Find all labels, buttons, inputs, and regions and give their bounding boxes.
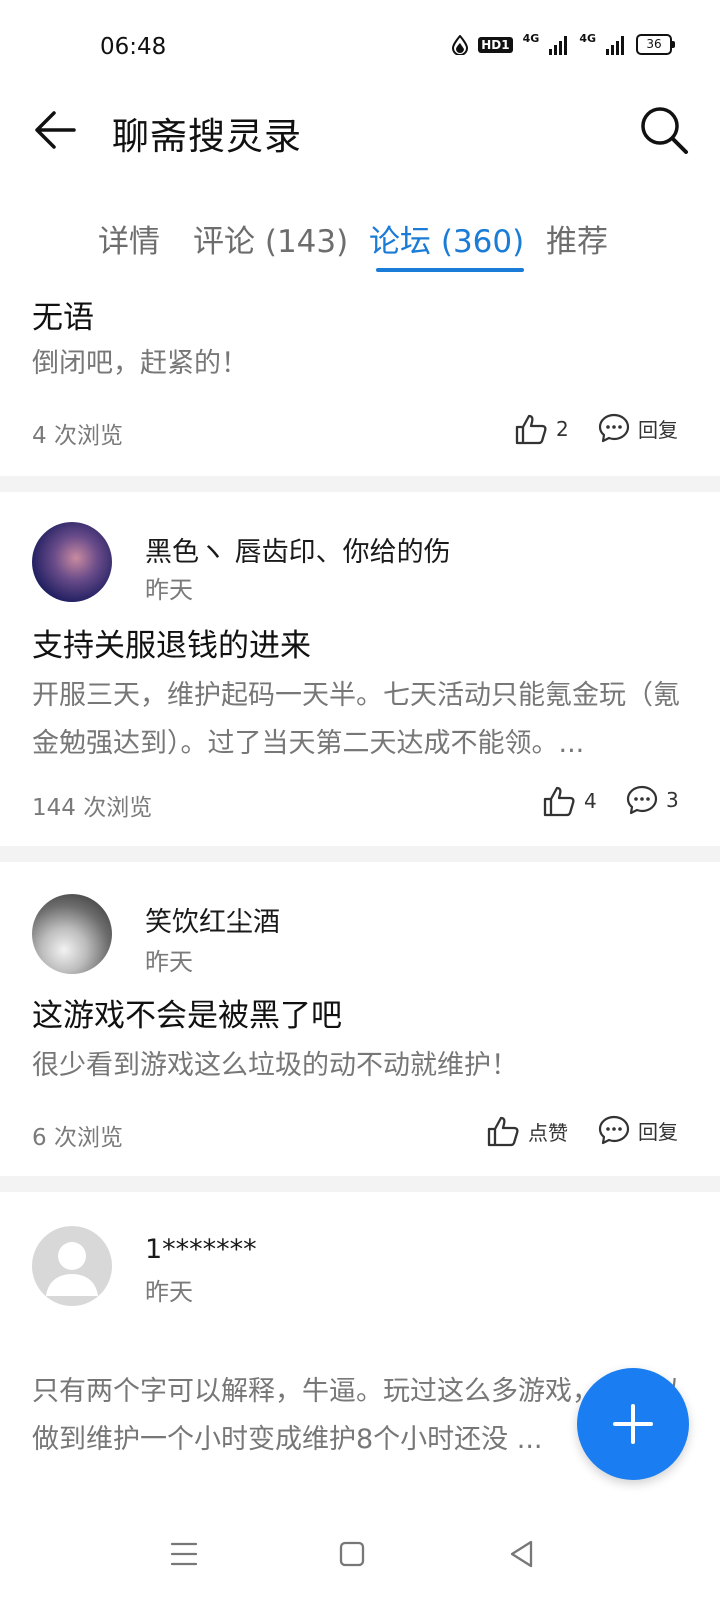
battery-icon: 36	[636, 34, 675, 55]
thumbs-up-icon	[515, 414, 547, 445]
like-count: 4	[584, 789, 597, 813]
status-bar: 06:48 HD1 4G 4G 36	[0, 0, 720, 90]
network-label-2: 4G	[579, 32, 596, 45]
app-bar: 聊斋搜灵录	[0, 90, 720, 170]
post-separator	[0, 1176, 720, 1192]
page-title: 聊斋搜灵录	[112, 115, 302, 158]
like-button[interactable]: 2	[514, 412, 569, 446]
back-button[interactable]	[30, 104, 82, 156]
post-time: 昨天	[145, 576, 193, 604]
thumbs-up-icon	[487, 1116, 519, 1147]
tab-comments[interactable]: 评论 (143)	[193, 216, 348, 261]
like-button[interactable]: 点赞	[486, 1114, 568, 1148]
tab-recommend[interactable]: 推荐	[546, 216, 608, 261]
menu-icon	[170, 1542, 198, 1566]
reply-button[interactable]: 回复	[598, 412, 678, 444]
user-icon	[46, 1242, 98, 1296]
comment-button[interactable]: 3	[626, 784, 679, 816]
home-nav-button[interactable]	[330, 1532, 374, 1576]
post-title: 支持关服退钱的进来	[32, 628, 311, 664]
like-button[interactable]: 4	[542, 784, 597, 818]
post-body: 开服三天，维护起码一天半。七天活动只能氪金玩（氪金勉强达到）。过了当天第二天达成…	[32, 680, 680, 759]
post-time: 昨天	[145, 948, 193, 976]
search-icon	[641, 107, 688, 154]
new-post-fab[interactable]	[577, 1368, 689, 1480]
back-triangle-icon	[510, 1540, 533, 1568]
thumbs-up-icon	[543, 786, 575, 817]
author-name[interactable]: 1*******	[145, 1234, 257, 1265]
water-drop-icon	[452, 34, 469, 55]
like-count: 2	[556, 417, 569, 441]
home-square-icon	[339, 1541, 365, 1567]
forum-post[interactable]: 黑色ヽ 唇齿印、你给的伤 昨天 支持关服退钱的进来 开服三天，维护起码一天半。七…	[0, 492, 720, 846]
reply-label: 回复	[638, 1119, 678, 1144]
back-arrow-icon	[35, 111, 76, 149]
tab-forum[interactable]: 论坛 (360)	[369, 216, 524, 261]
signal-icon-2	[606, 35, 624, 55]
search-button[interactable]	[636, 102, 692, 158]
comment-count: 3	[666, 788, 679, 812]
default-avatar[interactable]	[32, 1226, 112, 1306]
post-time: 昨天	[145, 1278, 193, 1306]
network-label-1: 4G	[522, 32, 540, 45]
post-title: 无语	[32, 300, 94, 336]
avatar[interactable]	[32, 522, 112, 602]
post-body: 很少看到游戏这么垃圾的动不动就维护！	[32, 1050, 518, 1081]
forum-post[interactable]: 笑饮红尘酒 昨天 这游戏不会是被黑了吧 很少看到游戏这么垃圾的动不动就维护！ 6…	[0, 862, 720, 1176]
post-separator	[0, 846, 720, 862]
menu-nav-button[interactable]	[162, 1532, 206, 1576]
tab-details[interactable]: 详情	[98, 216, 160, 261]
author-name[interactable]: 黑色ヽ 唇齿印、你给的伤	[145, 530, 451, 569]
post-body: 倒闭吧，赶紧的！	[32, 348, 248, 379]
avatar[interactable]	[32, 894, 112, 974]
post-views: 4 次浏览	[32, 423, 123, 449]
reply-label: 回复	[638, 417, 678, 442]
comment-bubble-icon	[598, 1115, 630, 1145]
plus-icon	[613, 1404, 653, 1444]
active-tab-indicator	[376, 268, 524, 272]
back-nav-button[interactable]	[500, 1532, 544, 1576]
author-name[interactable]: 笑饮红尘酒	[145, 900, 280, 939]
reply-button[interactable]: 回复	[598, 1114, 678, 1146]
comment-bubble-icon	[598, 413, 630, 443]
forum-post[interactable]: 无语 倒闭吧，赶紧的！ 4 次浏览 2 回复	[0, 280, 720, 476]
tab-bar: 详情 评论 (143) 论坛 (360) 推荐	[0, 208, 720, 278]
like-label: 点赞	[528, 1120, 568, 1145]
post-views: 144 次浏览	[32, 795, 153, 821]
signal-icon	[549, 35, 568, 55]
status-time: 06:48	[100, 34, 167, 60]
post-views: 6 次浏览	[32, 1125, 123, 1151]
system-nav-bar	[0, 1510, 720, 1600]
status-icons: HD1 4G 4G 36	[452, 32, 675, 55]
hd-badge: HD1	[478, 36, 513, 53]
post-separator	[0, 476, 720, 492]
comment-bubble-icon	[626, 785, 658, 815]
post-title: 这游戏不会是被黑了吧	[32, 998, 342, 1034]
